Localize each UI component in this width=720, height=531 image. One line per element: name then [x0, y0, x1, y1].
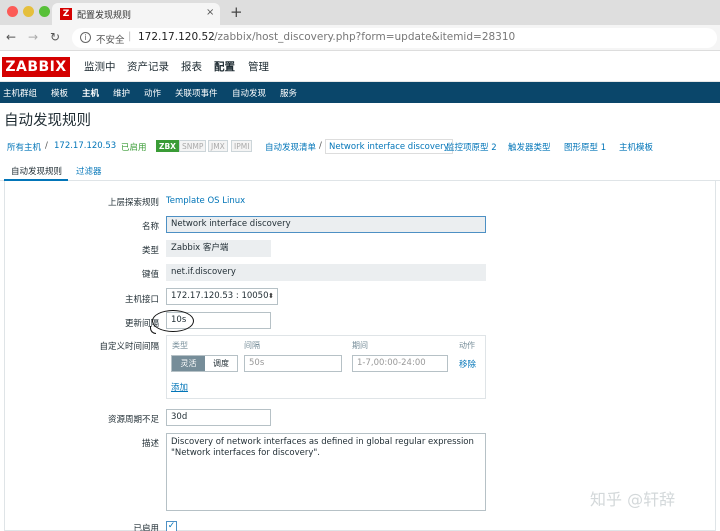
interface-select-value: 172.17.120.53 : 10050 — [171, 291, 269, 301]
submenu-host-groups[interactable]: 主机群组 — [3, 87, 37, 99]
topnav-inventory[interactable]: 资产记录 — [127, 59, 169, 74]
ci-col-type: 类型 — [172, 341, 188, 350]
crumb-current-rule[interactable]: Network interface discovery — [325, 139, 453, 154]
close-window-button[interactable] — [7, 6, 18, 17]
url-host: 172.17.120.52 — [138, 31, 215, 43]
interface-select[interactable]: 172.17.120.53 : 10050 ⬍ — [166, 288, 278, 305]
crumb-graph-prototypes[interactable]: 图形原型 1 — [564, 141, 606, 153]
url-field[interactable]: i 不安全 | 172.17.120.52 /zabbix/host_disco… — [72, 28, 717, 48]
crumb-host-templates[interactable]: 主机模板 — [619, 141, 653, 153]
new-tab-icon[interactable]: + — [230, 3, 243, 21]
interface-label: 主机接口 — [124, 295, 159, 305]
crumb-host[interactable]: 172.17.120.53 — [54, 141, 116, 151]
ci-col-period: 期间 — [352, 341, 368, 350]
snmp-badge: SNMP — [179, 140, 207, 152]
name-label: 名称 — [141, 222, 159, 232]
enabled-checkbox[interactable]: ✓ — [166, 521, 177, 531]
topnav-reports[interactable]: 报表 — [181, 59, 202, 74]
zbx-badge: ZBX — [156, 140, 179, 152]
description-label: 描述 — [141, 439, 159, 449]
key-label: 键值 — [141, 270, 159, 280]
submenu-services[interactable]: 服务 — [280, 87, 297, 99]
url-separator: | — [128, 31, 132, 42]
key-field[interactable]: net.if.discovery — [166, 264, 486, 281]
submenu-maintenance[interactable]: 维护 — [113, 87, 130, 99]
crumb-separator: / — [319, 141, 322, 151]
enabled-label: 已启用 — [133, 524, 159, 531]
reload-icon[interactable]: ↻ — [50, 30, 60, 44]
maximize-window-button[interactable] — [39, 6, 50, 17]
submenu-actions[interactable]: 动作 — [144, 87, 161, 99]
flexible-button[interactable]: 灵活 — [172, 356, 205, 371]
type-label: 类型 — [141, 246, 159, 256]
url-path: /zabbix/host_discovery.php?form=update&i… — [214, 31, 516, 43]
submenu-correlation[interactable]: 关联项事件 — [175, 87, 218, 99]
page-title: 自动发现规则 — [4, 113, 91, 129]
tab-title: 配置发现规则 — [77, 11, 132, 21]
form-tabs: 自动发现规则 过滤器 — [0, 161, 720, 181]
ci-col-interval: 间隔 — [244, 341, 260, 350]
crumb-separator: / — [45, 141, 48, 151]
zabbix-logo[interactable]: ZABBIX — [2, 57, 70, 77]
hand-drawn-circle — [152, 310, 194, 332]
jmx-badge: JMX — [208, 140, 228, 152]
ci-period-placeholder: 1-7,00:00-24:00 — [357, 358, 426, 368]
tab-discovery-rule[interactable]: 自动发现规则 — [11, 165, 62, 177]
info-icon[interactable]: i — [80, 32, 91, 43]
watermark: 知乎 @轩辞 — [590, 490, 676, 509]
parent-rule-link[interactable]: Template OS Linux — [166, 196, 245, 206]
browser-tab-bar: Z 配置发现规则 × + — [0, 0, 720, 25]
topnav-administration[interactable]: 管理 — [248, 59, 269, 74]
crumb-trigger-types[interactable]: 触发器类型 — [508, 141, 551, 153]
back-arrow-icon[interactable]: ← — [6, 30, 16, 44]
scheduling-button[interactable]: 调度 — [205, 356, 237, 371]
interval-label: 更新间隔 — [124, 319, 159, 329]
submenu-discovery[interactable]: 自动发现 — [232, 87, 266, 99]
ci-period-input[interactable]: 1-7,00:00-24:00 — [352, 355, 448, 372]
address-bar: ← → ↻ i 不安全 | 172.17.120.52 /zabbix/host… — [0, 25, 720, 51]
ci-add-link[interactable]: 添加 — [171, 381, 188, 393]
description-textarea[interactable]: Discovery of network interfaces as defin… — [166, 433, 486, 511]
topnav-monitoring[interactable]: 监测中 — [84, 59, 116, 74]
name-field[interactable]: Network interface discovery — [166, 216, 486, 233]
crumb-item-prototypes[interactable]: 监控项原型 2 — [446, 141, 497, 153]
submenu-hosts[interactable]: 主机 — [82, 87, 99, 99]
crumb-discovery-list[interactable]: 自动发现清单 — [265, 141, 316, 153]
interval-type-toggle: 灵活 调度 — [171, 355, 238, 372]
crumb-enabled[interactable]: 已启用 — [121, 141, 147, 153]
crumb-all-hosts[interactable]: 所有主机 — [7, 141, 41, 153]
ci-interval-placeholder: 50s — [249, 358, 265, 368]
ci-col-action: 动作 — [459, 341, 475, 350]
select-arrows-icon: ⬍ — [268, 292, 274, 300]
insecure-label: 不安全 — [96, 35, 125, 46]
lifetime-label: 资源周期不足 — [107, 415, 159, 425]
parent-rule-label: 上层探索规则 — [107, 198, 159, 208]
type-field[interactable]: Zabbix 客户端 — [166, 240, 271, 257]
tab-filters[interactable]: 过滤器 — [76, 165, 102, 177]
tab-close-icon[interactable]: × — [206, 7, 214, 18]
zabbix-favicon-icon: Z — [60, 8, 72, 20]
topnav-configuration[interactable]: 配置 — [214, 59, 235, 74]
submenu: 主机群组 模板 主机 维护 动作 关联项事件 自动发现 服务 — [0, 82, 720, 103]
ci-interval-input[interactable]: 50s — [244, 355, 342, 372]
custom-interval-table: 类型 间隔 期间 动作 灵活 调度 50s 1-7,00:00-24:00 移除… — [166, 335, 486, 399]
ipmi-badge: IPMI — [231, 140, 253, 152]
lifetime-field[interactable]: 30d — [166, 409, 271, 426]
ci-remove-link[interactable]: 移除 — [459, 358, 476, 370]
minimize-window-button[interactable] — [23, 6, 34, 17]
submenu-templates[interactable]: 模板 — [51, 87, 68, 99]
custom-interval-label: 自定义时间间隔 — [99, 342, 159, 352]
breadcrumb: 所有主机 / 172.17.120.53 已启用 ZBX SNMP JMX IP… — [0, 138, 720, 156]
forward-arrow-icon[interactable]: → — [28, 30, 38, 44]
browser-tab[interactable]: Z 配置发现规则 × — [52, 3, 220, 25]
zabbix-header: ZABBIX 监测中 资产记录 报表 配置 管理 — [0, 51, 720, 82]
